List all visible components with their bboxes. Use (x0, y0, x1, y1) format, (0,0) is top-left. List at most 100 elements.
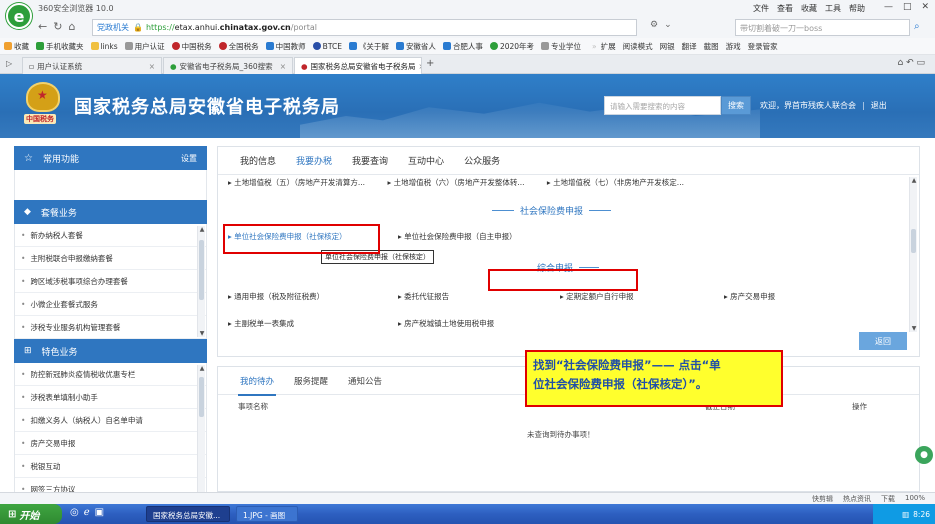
fav-tool[interactable]: 网银 (660, 41, 675, 52)
fav-item[interactable]: 专业学位 (541, 41, 581, 52)
new-tab-icon[interactable]: + (426, 58, 434, 69)
general-declaration-link[interactable]: ▸ 通用申报（税及附征税费） (228, 291, 324, 302)
sidebar-item[interactable]: • 扣缴义务人（纳税人）自名单申请 (15, 409, 206, 432)
social-insurance-self-link[interactable]: ▸ 单位社会保险费申报（自主申报） (398, 231, 517, 242)
services-scrollbar[interactable]: ▲ ▼ (909, 177, 917, 332)
fav-item[interactable]: 合肥人事 (442, 41, 483, 52)
url-input[interactable]: 党政机关 🔒 https:// etax. anhui. chinatax.go… (92, 19, 637, 36)
sidebar-scrollbar[interactable]: ▲ ▼ (197, 226, 205, 337)
fav-item[interactable]: 安徽省人 (395, 41, 436, 52)
site-search-button[interactable]: 搜索 (721, 96, 751, 115)
tab-service-reminder[interactable]: 服务提醒 (294, 375, 328, 387)
fav-tool[interactable]: 扩展 (601, 41, 616, 52)
sidebar-item[interactable]: • 防控新冠肺炎疫情税收优惠专栏 (15, 363, 206, 386)
logout-link[interactable]: 退出 (871, 101, 887, 110)
app-icon[interactable]: ◎ (70, 507, 79, 518)
fav-tool[interactable]: 登录管家 (748, 41, 778, 52)
sidebar-item[interactable]: • 房产交易申报 (15, 432, 206, 455)
menu-help[interactable]: 帮助 (849, 3, 865, 14)
scroll-up-icon[interactable]: ▲ (198, 365, 206, 372)
tab-close-icon[interactable]: × (149, 62, 155, 71)
tab-interaction[interactable]: 互动中心 (408, 154, 444, 167)
list-item[interactable]: ▸ 土地增值税（六）（房地产开发整体转... (387, 178, 534, 187)
fav-tool[interactable]: 阅读模式 (623, 41, 653, 52)
fav-item[interactable]: links (90, 42, 118, 51)
tab-public-service[interactable]: 公众服务 (464, 154, 500, 167)
browser-search-icon[interactable]: ⌕ (914, 21, 920, 32)
sidebar-item[interactable]: • 主附税联合申报缴纳套餐 (15, 247, 206, 270)
tab-notices[interactable]: 通知公告 (348, 375, 382, 387)
fav-item[interactable]: 2020年考 (489, 41, 534, 52)
sidebar-item[interactable]: • 涉税专业服务机构管理套餐 (15, 316, 206, 339)
sidebar-scrollbar[interactable]: ▲ ▼ (197, 365, 205, 492)
tab-tools-icon[interactable]: ⌂ ↶ ▭ (898, 58, 925, 68)
tab-user-auth[interactable]: ▫ 用户认证系统 × (22, 57, 162, 74)
fav-overflow-icon[interactable]: » (592, 42, 597, 51)
tab-my-info[interactable]: 我的信息 (240, 154, 276, 167)
menu-tools[interactable]: 工具 (825, 3, 841, 14)
scroll-thumb[interactable] (199, 240, 204, 300)
menu-view[interactable]: 查看 (777, 3, 793, 14)
zoom-level[interactable]: 100% (905, 494, 925, 504)
sidebar-item[interactable]: • 跨区域涉税事项综合办理套餐 (15, 270, 206, 293)
tab-do-tax[interactable]: 我要办税 (296, 154, 332, 167)
scroll-down-icon[interactable]: ▼ (910, 325, 918, 332)
back-button[interactable]: 返回 (859, 332, 907, 350)
status-item[interactable]: 下载 (881, 494, 895, 504)
sidebar-item[interactable]: • 税银互动 (15, 455, 206, 478)
fav-tool[interactable]: 游戏 (726, 41, 741, 52)
sidebar-item[interactable]: • 新办纳税人套餐 (15, 224, 206, 247)
refresh-icon[interactable]: ↻ (53, 20, 62, 33)
dropdown-icon[interactable]: ⌄ (664, 20, 672, 30)
sidebar-toggle-icon[interactable]: ▷ (6, 59, 12, 68)
fav-item[interactable]: 中国税务 (171, 41, 212, 52)
sidebar-item[interactable]: • 网签三方协议 (15, 478, 206, 493)
sidebar-item[interactable]: • 涉税表单填制小助手 (15, 386, 206, 409)
fixed-quota-link[interactable]: ▸ 定期定额户自行申报 (560, 291, 634, 302)
list-item[interactable]: ▸ 土地增值税（五）（房地产开发清算方... (228, 178, 375, 187)
status-item[interactable]: 热点资讯 (843, 494, 871, 504)
browser-icon[interactable]: ℯ (84, 507, 90, 518)
property-transaction-link[interactable]: ▸ 房产交易申报 (724, 291, 775, 302)
network-icon[interactable]: ▥ (902, 510, 909, 519)
package-header[interactable]: ◆ 套餐业务 (14, 200, 207, 224)
scroll-thumb[interactable] (911, 229, 916, 253)
tab-search[interactable]: ● 安徽省电子税务局_360搜索 × (163, 57, 293, 74)
tab-close-icon[interactable]: × (419, 62, 421, 71)
scroll-up-icon[interactable]: ▲ (910, 177, 918, 184)
entrusted-collection-link[interactable]: ▸ 委托代征报告 (398, 291, 449, 302)
fav-tool[interactable]: 截图 (704, 41, 719, 52)
close-icon[interactable]: ✕ (921, 2, 929, 12)
fav-item[interactable]: 中国教师 (265, 41, 306, 52)
start-button[interactable]: ⊞ 开始 (0, 504, 62, 524)
scroll-thumb[interactable] (199, 377, 204, 417)
tab-close-icon[interactable]: × (280, 62, 286, 71)
scroll-down-icon[interactable]: ▼ (198, 330, 206, 337)
fav-item[interactable]: 手机收藏夹 (36, 41, 84, 52)
menu-favorites[interactable]: 收藏 (801, 3, 817, 14)
scroll-up-icon[interactable]: ▲ (198, 226, 206, 233)
back-icon[interactable]: ← (38, 20, 47, 33)
taskbar-item-paint[interactable]: 1.JPG - 画图 (236, 506, 298, 522)
floating-service-icon[interactable]: ● (915, 446, 933, 464)
home-icon[interactable]: ⌂ (68, 20, 75, 33)
tab-etax[interactable]: ● 国家税务总局安徽省电子税务局 × (294, 57, 422, 74)
tab-my-todo[interactable]: 我的待办 (237, 375, 277, 396)
browser-search-input[interactable]: 带切割着破一刀一boss (735, 19, 910, 36)
sidebar-item[interactable]: • 小微企业套餐式服务 (15, 293, 206, 316)
site-search-input[interactable]: 请输入需要搜索的内容 (604, 96, 721, 115)
minimize-icon[interactable]: — (884, 2, 893, 12)
fav-item[interactable]: 《关于解 (348, 41, 389, 52)
tab-query[interactable]: 我要查询 (352, 154, 388, 167)
folder-icon[interactable]: ▣ (95, 507, 104, 518)
fav-item[interactable]: BTCE (312, 42, 342, 51)
fav-item[interactable]: 收藏 (4, 41, 29, 52)
taskbar-item-browser[interactable]: 国家税务总局安徽... (146, 506, 230, 522)
fav-item[interactable]: 全国税务 (218, 41, 259, 52)
maximize-icon[interactable]: □ (903, 2, 912, 12)
list-item[interactable]: ▸ 土地增值税（七）（非房地产开发核定... (547, 178, 694, 187)
status-item[interactable]: 快剪辑 (812, 494, 833, 504)
menu-file[interactable]: 文件 (753, 3, 769, 14)
settings-link[interactable]: 设置 (181, 153, 197, 164)
property-land-tax-link[interactable]: ▸ 房产税城镇土地使用税申报 (398, 318, 494, 329)
